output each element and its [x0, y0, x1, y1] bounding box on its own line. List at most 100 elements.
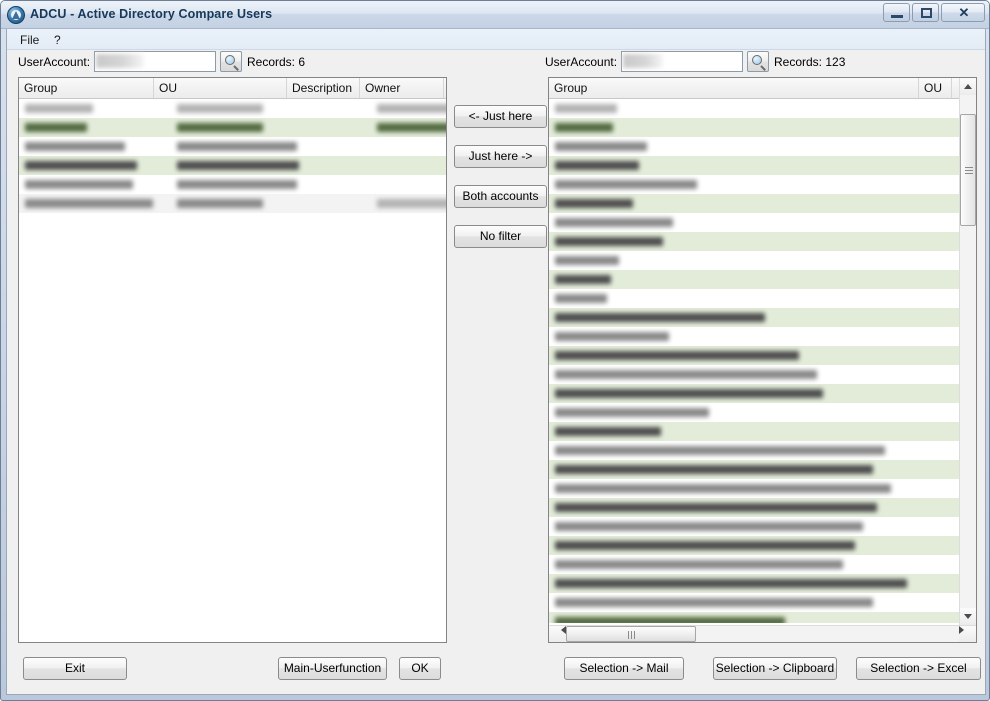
magnifier-icon — [225, 55, 235, 65]
table-row[interactable] — [549, 536, 959, 555]
table-row[interactable] — [549, 365, 959, 384]
table-row[interactable] — [549, 574, 959, 593]
table-row[interactable] — [549, 384, 959, 403]
table-row[interactable] — [19, 137, 446, 156]
right-useraccount-redaction — [623, 54, 663, 68]
table-row[interactable] — [549, 99, 959, 118]
scroll-left-button[interactable] — [549, 626, 566, 642]
table-row[interactable] — [549, 270, 959, 289]
column-header-ou[interactable]: OU — [154, 78, 287, 98]
exit-button[interactable]: Exit — [23, 657, 127, 680]
menu-file[interactable]: File — [15, 32, 44, 48]
redacted-cell-text — [555, 199, 633, 208]
right-search-button[interactable] — [747, 51, 769, 72]
window-controls: ✕ — [883, 3, 985, 22]
redacted-cell-text — [555, 351, 799, 360]
filter-just-here-right-button[interactable]: Just here -> — [454, 145, 547, 168]
column-header-group[interactable]: Group — [549, 78, 919, 98]
left-useraccount-label: UserAccount: — [18, 55, 91, 69]
scroll-down-button[interactable] — [960, 608, 976, 625]
filter-just-here-left-button[interactable]: <- Just here — [454, 105, 547, 128]
table-row[interactable] — [19, 175, 446, 194]
magnifier-icon — [752, 55, 762, 65]
table-row[interactable] — [549, 612, 959, 623]
right-group-list[interactable]: Group OU — [548, 77, 977, 643]
scroll-up-button[interactable] — [960, 78, 976, 95]
chevron-left-icon — [549, 626, 566, 634]
left-list-header: Group OU Description Owner — [19, 78, 446, 99]
ok-button[interactable]: OK — [399, 657, 441, 680]
selection-to-mail-button[interactable]: Selection -> Mail — [564, 657, 684, 680]
main-userfunction-button[interactable]: Main-Userfunction — [278, 657, 387, 680]
table-row[interactable] — [19, 118, 446, 137]
right-list-rows[interactable] — [549, 99, 959, 623]
table-row[interactable] — [549, 403, 959, 422]
redacted-cell-text — [555, 294, 607, 303]
table-row[interactable] — [549, 422, 959, 441]
thumb-grip-line — [965, 170, 973, 171]
table-row[interactable] — [19, 99, 446, 118]
table-row[interactable] — [549, 251, 959, 270]
column-header-ou[interactable]: OU — [919, 78, 952, 98]
client-area: File ? UserAccount: Records: 6 Group OU De… — [6, 29, 986, 695]
table-row[interactable] — [549, 137, 959, 156]
scroll-right-button[interactable] — [959, 626, 976, 642]
maximize-button[interactable] — [912, 3, 939, 22]
left-list-rows[interactable] — [19, 99, 446, 213]
menu-help[interactable]: ? — [49, 32, 66, 48]
table-row[interactable] — [549, 232, 959, 251]
table-row[interactable] — [549, 346, 959, 365]
table-row[interactable] — [549, 213, 959, 232]
redacted-cell-text — [555, 104, 617, 113]
column-header-group[interactable]: Group — [19, 78, 154, 98]
vertical-scroll-thumb[interactable] — [960, 114, 976, 226]
redacted-cell-text — [555, 408, 709, 417]
minimize-icon — [891, 15, 903, 18]
thumb-grip-line — [965, 167, 973, 168]
redacted-cell-text — [555, 427, 661, 436]
table-row[interactable] — [549, 517, 959, 536]
redacted-cell-text — [177, 123, 263, 132]
table-row[interactable] — [549, 118, 959, 137]
table-row[interactable] — [549, 441, 959, 460]
table-row[interactable] — [19, 156, 446, 175]
redacted-cell-text — [25, 123, 87, 132]
column-header-owner[interactable]: Owner — [360, 78, 444, 98]
right-list-horizontal-scrollbar[interactable] — [549, 625, 976, 642]
close-button[interactable]: ✕ — [941, 3, 985, 22]
filter-no-filter-button[interactable]: No filter — [454, 225, 547, 248]
left-search-button[interactable] — [220, 51, 242, 72]
thumb-grip-line — [631, 631, 632, 639]
selection-to-excel-button[interactable]: Selection -> Excel — [856, 657, 981, 680]
left-group-list[interactable]: Group OU Description Owner — [18, 77, 447, 643]
table-row[interactable] — [549, 460, 959, 479]
redacted-cell-text — [555, 598, 873, 607]
horizontal-scroll-thumb[interactable] — [566, 626, 696, 642]
redacted-cell-text — [177, 180, 297, 189]
table-row[interactable] — [549, 555, 959, 574]
table-row[interactable] — [549, 289, 959, 308]
right-list-vertical-scrollbar[interactable] — [959, 78, 976, 625]
table-row[interactable] — [549, 479, 959, 498]
thumb-grip-line — [628, 631, 629, 639]
redacted-cell-text — [377, 104, 446, 113]
redacted-cell-text — [177, 199, 263, 208]
selection-to-clipboard-button[interactable]: Selection -> Clipboard — [713, 657, 837, 680]
redacted-cell-text — [555, 123, 613, 132]
magnifier-handle-icon — [233, 65, 239, 71]
table-row[interactable] — [549, 175, 959, 194]
column-header-description[interactable]: Description — [287, 78, 360, 98]
minimize-button[interactable] — [883, 3, 910, 22]
table-row[interactable] — [549, 156, 959, 175]
table-row[interactable] — [549, 308, 959, 327]
table-row[interactable] — [549, 498, 959, 517]
table-row[interactable] — [549, 194, 959, 213]
redacted-cell-text — [25, 104, 93, 113]
table-row[interactable] — [19, 194, 446, 213]
table-row[interactable] — [549, 327, 959, 346]
table-row[interactable] — [549, 593, 959, 612]
filter-both-accounts-button[interactable]: Both accounts — [454, 185, 547, 208]
redacted-cell-text — [555, 313, 765, 322]
redacted-cell-text — [555, 180, 697, 189]
redacted-cell-text — [177, 161, 299, 170]
